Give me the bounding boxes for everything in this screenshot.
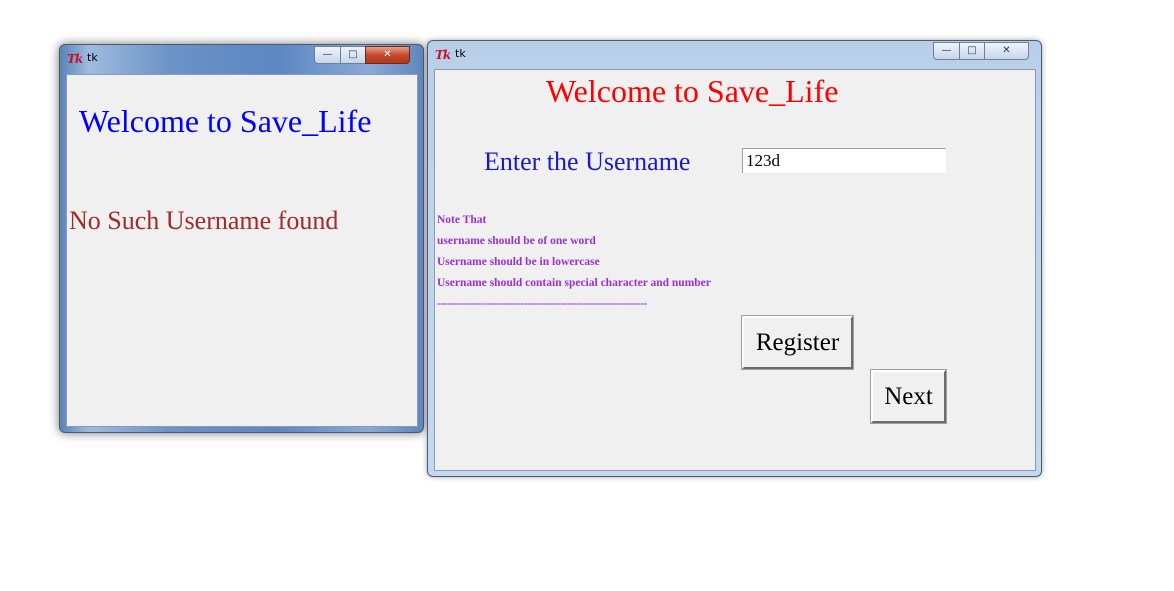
close-icon: ✕	[383, 49, 392, 60]
maximize-button[interactable]: □	[340, 46, 365, 64]
minimize-button[interactable]: —	[933, 42, 959, 60]
close-icon: ✕	[1002, 45, 1011, 56]
note-line: Note That	[437, 214, 487, 226]
main-window: Tk tk — □ ✕ Welcome to Save_Life Enter t…	[427, 40, 1042, 477]
minimize-icon: —	[941, 45, 952, 56]
username-input[interactable]	[742, 148, 946, 173]
note-line: username should be of one word	[437, 235, 596, 247]
dialog-welcome-heading: Welcome to Save_Life	[79, 103, 372, 139]
tk-feather-icon: Tk	[435, 48, 451, 62]
maximize-button[interactable]: □	[959, 42, 984, 60]
close-button[interactable]: ✕	[984, 42, 1029, 60]
dialog-client-area: Welcome to Save_Life No Such Username fo…	[66, 74, 418, 427]
note-line: Username should be in lowercase	[437, 256, 600, 268]
main-titlebar[interactable]: Tk tk — □ ✕	[428, 41, 1041, 69]
note-divider: ----------------------------------------…	[437, 298, 647, 310]
minimize-button[interactable]: —	[314, 46, 340, 64]
minimize-icon: —	[322, 49, 333, 60]
main-client-area: Welcome to Save_Life Enter the Username …	[434, 69, 1036, 471]
dialog-titlebar[interactable]: Tk tk — □ ✕	[60, 45, 423, 73]
main-title: tk	[455, 47, 466, 60]
maximize-icon: □	[967, 45, 977, 56]
maximize-icon: □	[348, 49, 358, 60]
register-button[interactable]: Register	[741, 315, 854, 370]
close-button[interactable]: ✕	[365, 46, 410, 64]
no-username-message: No Such Username found	[69, 206, 339, 235]
main-welcome-heading: Welcome to Save_Life	[546, 73, 839, 109]
tk-feather-icon: Tk	[67, 52, 83, 66]
note-line: Username should contain special characte…	[437, 277, 711, 289]
username-label: Enter the Username	[484, 147, 691, 176]
next-button[interactable]: Next	[870, 369, 947, 424]
dialog-title: tk	[87, 51, 98, 64]
dialog-window: Tk tk — □ ✕ Welcome to Save_Life No Such…	[59, 44, 424, 433]
